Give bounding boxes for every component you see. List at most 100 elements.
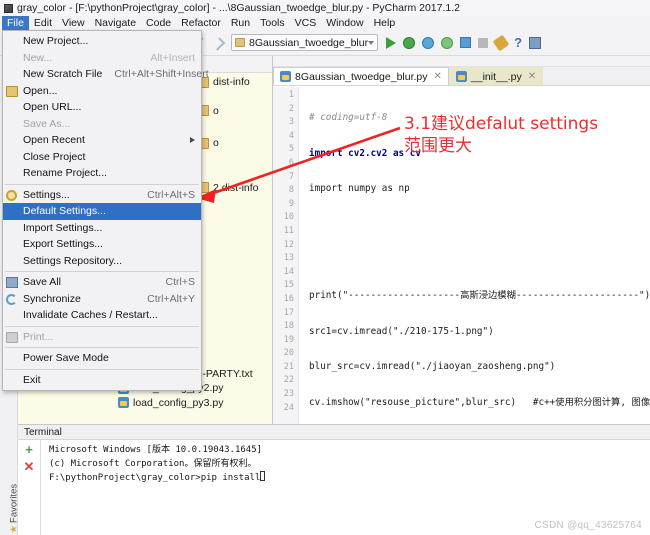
- window-title: gray_color - [F:\pythonProject\gray_colo…: [17, 2, 460, 14]
- menu-item-label: Settings...: [23, 188, 70, 201]
- terminal-prompt-line: F:\pythonProject\gray_color>pip install: [49, 471, 650, 485]
- debug-icon[interactable]: [403, 36, 416, 49]
- menu-item-default-settings[interactable]: Default Settings...: [3, 203, 201, 220]
- line-number: 5: [288, 144, 294, 155]
- menu-item-settings[interactable]: Settings... Ctrl+Alt+S: [3, 187, 201, 204]
- run-configuration-selector[interactable]: 8Gaussian_twoedge_blur: [231, 34, 379, 51]
- line-number: 24: [283, 402, 294, 413]
- tab-label: __init__.py: [470, 70, 522, 83]
- run-icon[interactable]: [386, 36, 397, 49]
- close-icon[interactable]: ✕: [434, 71, 442, 82]
- menu-navigate[interactable]: Navigate: [90, 16, 141, 30]
- menu-item-accel: Ctrl+Alt+Y: [147, 292, 195, 305]
- menu-item-rename-project[interactable]: Rename Project...: [3, 165, 201, 182]
- forward-icon[interactable]: [211, 37, 223, 49]
- menu-item-label: Save As...: [23, 117, 71, 130]
- list-item[interactable]: load_config_py3.py: [18, 396, 272, 411]
- code-text[interactable]: # coding=utf-8 import cv2.cv2 as cv impo…: [299, 87, 650, 424]
- menu-item-synchronize[interactable]: Synchronize Ctrl+Alt+Y: [3, 291, 201, 308]
- menu-item-open-url[interactable]: Open URL...: [3, 99, 201, 116]
- menu-item-label: Rename Project...: [23, 167, 108, 180]
- python-file-icon: [280, 71, 291, 82]
- code-editor[interactable]: 1 2 3 4 5 6 7 8 9 10 11 12 13 14 15 16 1…: [273, 87, 650, 424]
- tree-item-label: load_config_py3.py: [133, 396, 224, 409]
- line-number: 19: [283, 334, 294, 345]
- terminal-tab[interactable]: Terminal: [18, 425, 650, 440]
- menu-item-power-save-mode[interactable]: Power Save Mode: [3, 350, 201, 367]
- terminal-side-actions: + ✕: [18, 440, 40, 535]
- close-session-icon[interactable]: ✕: [24, 460, 35, 473]
- menu-window[interactable]: Window: [321, 16, 368, 30]
- help-icon[interactable]: ?: [514, 36, 522, 49]
- attach-process-icon[interactable]: [460, 37, 472, 48]
- new-session-icon[interactable]: +: [25, 443, 33, 456]
- menu-item-save-as: Save As...: [3, 116, 201, 133]
- menu-item-new-scratch-file[interactable]: New Scratch File Ctrl+Alt+Shift+Insert: [3, 66, 209, 83]
- terminal-line: (c) Microsoft Corporation。保留所有权利。: [49, 459, 257, 469]
- run-config-label: 8Gaussian_twoedge_blur: [249, 36, 369, 49]
- menu-item-new-project[interactable]: New Project...: [3, 33, 201, 50]
- stop-icon[interactable]: [478, 37, 489, 48]
- line-number: 4: [288, 130, 294, 141]
- run-config-icon: [235, 38, 245, 47]
- tab-8gaussian-twoedge-blur[interactable]: 8Gaussian_twoedge_blur.py ✕: [273, 67, 449, 85]
- tree-item-label: dist-info: [213, 76, 250, 89]
- tab-init[interactable]: __init__.py ✕: [448, 67, 544, 85]
- menu-item-import-settings[interactable]: Import Settings...: [3, 220, 201, 237]
- menu-item-settings-repository[interactable]: Settings Repository...: [3, 253, 201, 270]
- menu-item-save-all[interactable]: Save All Ctrl+S: [3, 274, 201, 291]
- menu-run[interactable]: Run: [226, 16, 255, 30]
- menu-item-label: Invalidate Caches / Restart...: [23, 309, 158, 322]
- menu-item-new: New... Alt+Insert: [3, 50, 201, 67]
- line-number: 21: [283, 361, 294, 372]
- menu-code[interactable]: Code: [141, 16, 176, 30]
- menu-item-invalidate-caches-restart[interactable]: Invalidate Caches / Restart...: [3, 307, 201, 324]
- menu-vcs[interactable]: VCS: [290, 16, 322, 30]
- terminal-line: Microsoft Windows [版本 10.0.19043.1645]: [49, 445, 263, 455]
- line-number: 13: [283, 253, 294, 264]
- menu-item-print: Print...: [3, 329, 201, 346]
- menu-item-label: Default Settings...: [23, 205, 106, 218]
- pycharm-window: gray_color - [F:\pythonProject\gray_colo…: [0, 0, 650, 535]
- menu-item-label: Open Recent: [23, 134, 85, 147]
- coverage-icon[interactable]: [422, 36, 435, 49]
- window-titlebar: gray_color - [F:\pythonProject\gray_colo…: [0, 0, 650, 16]
- line-number: 11: [283, 225, 294, 236]
- menu-item-label: Exit: [23, 373, 41, 386]
- menu-item-label: Save All: [23, 276, 61, 289]
- tree-item-label: 2.dist-info: [213, 181, 259, 194]
- line-number: 8: [288, 185, 294, 196]
- line-number: 15: [283, 280, 294, 291]
- menu-item-label: Power Save Mode: [23, 352, 109, 365]
- menu-file[interactable]: File: [2, 16, 29, 30]
- menu-view[interactable]: View: [57, 16, 90, 30]
- tree-item-label: o: [213, 104, 219, 117]
- menu-item-export-settings[interactable]: Export Settings...: [3, 236, 201, 253]
- menu-item-exit[interactable]: Exit: [3, 372, 201, 389]
- deploy-icon[interactable]: [529, 36, 542, 49]
- menu-item-open-recent[interactable]: Open Recent: [3, 132, 201, 149]
- text-caret: [260, 471, 266, 481]
- menu-tools[interactable]: Tools: [255, 16, 290, 30]
- folder-icon: [6, 85, 18, 97]
- menu-item-label: Settings Repository...: [23, 254, 123, 267]
- code-line: blur_src=cv.imread("./jiaoyan_zaosheng.p…: [309, 361, 556, 373]
- menu-item-open[interactable]: Open...: [3, 83, 201, 100]
- settings-wrench-icon[interactable]: [492, 34, 510, 51]
- code-line: # coding=utf-8: [309, 112, 388, 123]
- line-number: 18: [283, 321, 294, 332]
- menu-item-label: Synchronize: [23, 292, 81, 305]
- menu-edit[interactable]: Edit: [29, 16, 57, 30]
- menu-help[interactable]: Help: [369, 16, 401, 30]
- profile-icon[interactable]: [441, 36, 454, 49]
- chevron-down-icon[interactable]: [368, 40, 375, 45]
- line-number: 12: [283, 239, 294, 250]
- close-icon[interactable]: ✕: [528, 71, 536, 82]
- line-number: 14: [283, 266, 294, 277]
- menu-item-label: New Scratch File: [23, 68, 103, 81]
- menu-refactor[interactable]: Refactor: [176, 16, 226, 30]
- menu-item-close-project[interactable]: Close Project: [3, 149, 201, 166]
- line-number: 1: [288, 90, 294, 100]
- line-number: 9: [288, 198, 294, 209]
